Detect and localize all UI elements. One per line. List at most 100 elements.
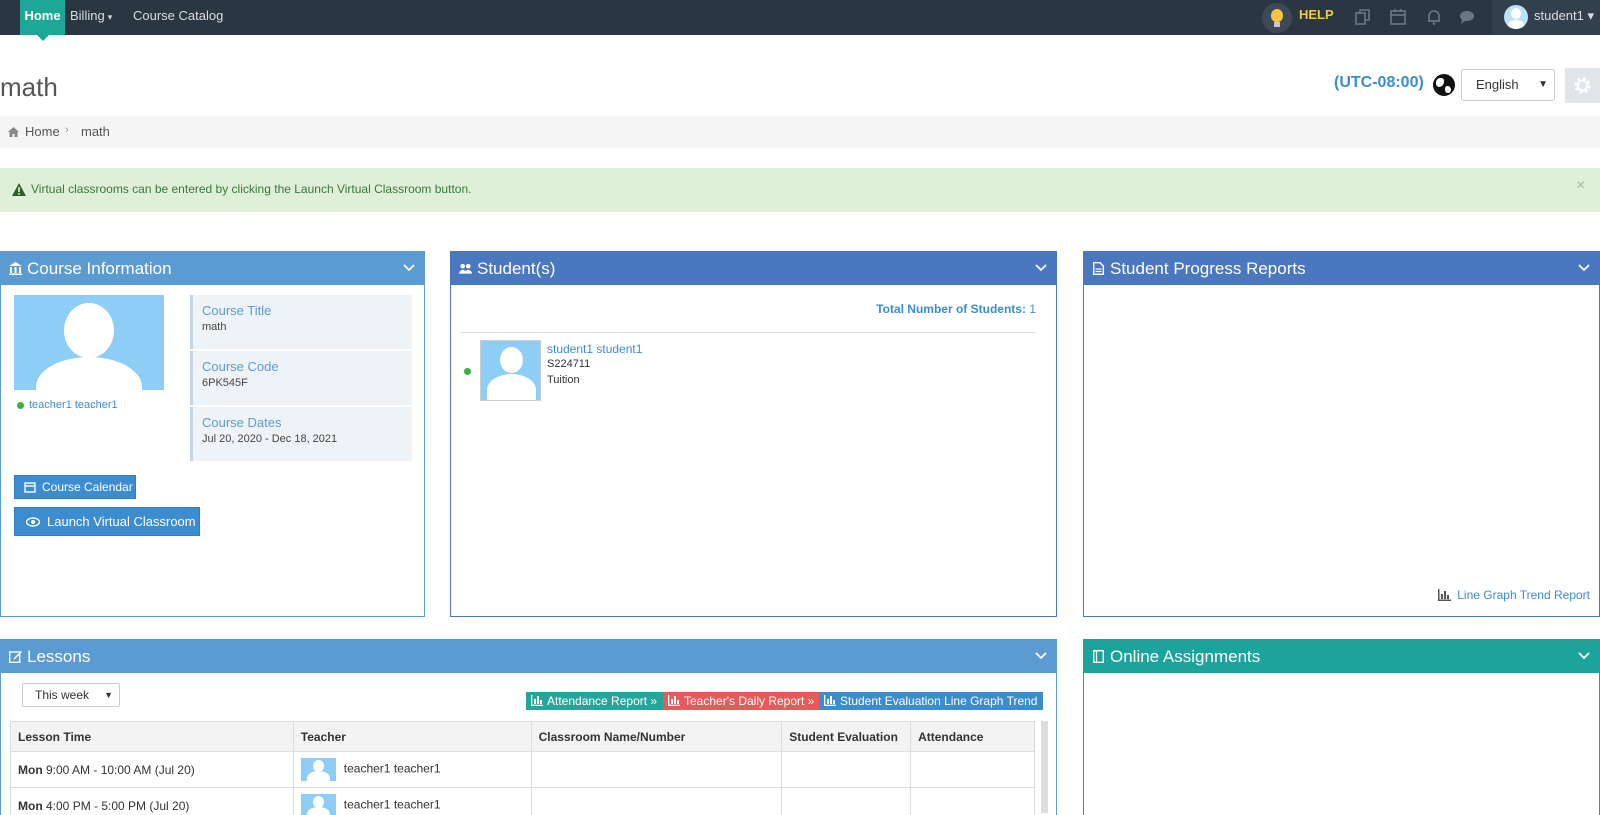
student-type: Tuition (547, 374, 580, 386)
attendance-report-label: Attendance Report » (547, 694, 658, 708)
total-students-label: Total Number of Students: (876, 302, 1026, 316)
launch-virtual-classroom-label: Launch Virtual Classroom (47, 514, 196, 529)
file-icon (1093, 262, 1104, 275)
nav-home[interactable]: Home (20, 0, 65, 41)
breadcrumb: Home › math (0, 116, 1600, 148)
teachers-daily-report-button[interactable]: Teacher's Daily Report » (663, 692, 821, 710)
student-evaluation-trend-button[interactable]: Student Evaluation Line Graph Trend (819, 692, 1044, 710)
lesson-time: 4:00 PM - 5:00 PM (Jul 20) (46, 798, 190, 813)
total-students-value: 1 (1029, 302, 1036, 316)
online-status-dot (17, 402, 24, 409)
column-header[interactable]: Lesson Time (10, 721, 294, 752)
course-information-title: Course Information (27, 259, 172, 278)
help-label[interactable]: HELP (1299, 0, 1334, 30)
lesson-time-cell: Mon 9:00 AM - 10:00 AM (Jul 20) (10, 751, 294, 788)
total-students: Total Number of Students: 1 (876, 302, 1036, 316)
attendance-report-button[interactable]: Attendance Report » (526, 692, 664, 710)
student-progress-reports-panel: Student Progress Reports Line Graph Tren… (1083, 251, 1600, 617)
course-code-value: 6PK545F (202, 377, 248, 389)
user-menu[interactable]: student1 ▾ (1492, 0, 1600, 35)
language-value: English (1476, 77, 1519, 92)
course-information-header: Course Information (1, 252, 424, 285)
bar-chart-icon (824, 695, 836, 706)
eye-icon (26, 517, 40, 527)
chevron-down-icon: ▼ (1538, 79, 1548, 90)
user-name-label: student1 ▾ (1534, 8, 1595, 23)
course-calendar-button[interactable]: Course Calendar (14, 475, 136, 499)
student-photo[interactable] (480, 340, 541, 401)
nav-billing-label: Billing (70, 8, 105, 23)
chevron-down-icon[interactable] (1034, 260, 1048, 274)
chevron-down-icon[interactable] (1577, 260, 1591, 274)
bank-icon (9, 262, 22, 275)
edit-icon (9, 651, 22, 663)
line-graph-trend-report-label: Line Graph Trend Report (1457, 588, 1590, 602)
online-assignments-title: Online Assignments (1110, 647, 1261, 666)
evaluation-cell (781, 787, 912, 815)
copy-icon[interactable] (1354, 8, 1372, 26)
bar-chart-icon (531, 695, 543, 706)
student-progress-reports-header: Student Progress Reports (1084, 252, 1599, 285)
info-alert: Virtual classrooms can be entered by cli… (0, 168, 1600, 212)
lesson-day: Mon (18, 798, 43, 813)
calendar-icon[interactable] (1389, 8, 1407, 26)
course-code-label: Course Code (202, 359, 279, 374)
column-header[interactable]: Classroom Name/Number (530, 721, 783, 752)
course-title-value: math (202, 321, 227, 333)
breadcrumb-home[interactable]: Home (25, 124, 60, 139)
students-header: Student(s) (451, 252, 1056, 285)
course-title-box: Course Title math (190, 295, 412, 349)
students-title: Student(s) (477, 259, 556, 278)
evaluation-cell (781, 751, 912, 788)
teacher-cell: teacher1 teacher1 (292, 751, 532, 788)
warning-icon (12, 183, 26, 196)
teacher-name: teacher1 teacher1 (343, 761, 441, 776)
lesson-day: Mon (18, 762, 43, 777)
breadcrumb-separator: › (65, 124, 69, 136)
teacher-link[interactable]: teacher1 teacher1 (29, 399, 118, 411)
student-name-link[interactable]: student1 student1 (547, 342, 642, 356)
student-id: S224711 (547, 358, 591, 370)
nav-billing[interactable]: Billing ▾ (70, 0, 112, 35)
column-header[interactable]: Attendance (910, 721, 1035, 752)
users-icon (459, 263, 472, 274)
line-graph-trend-report-link[interactable]: Line Graph Trend Report (1438, 587, 1590, 602)
course-dates-box: Course Dates Jul 20, 2020 - Dec 18, 2021 (190, 407, 412, 461)
student-progress-reports-title: Student Progress Reports (1110, 259, 1306, 278)
table-header-row: Lesson Time Teacher Classroom Name/Numbe… (10, 721, 1035, 752)
close-icon[interactable]: × (1576, 177, 1585, 195)
period-select[interactable]: This week ▼ (22, 683, 120, 707)
chat-icon[interactable] (1458, 8, 1476, 26)
globe-icon (1433, 74, 1455, 96)
launch-virtual-classroom-button[interactable]: Launch Virtual Classroom (14, 507, 200, 536)
chevron-down-icon: ▼ (104, 690, 113, 700)
alert-message: Virtual classrooms can be entered by cli… (31, 182, 472, 196)
breadcrumb-current: math (81, 124, 110, 139)
teacher-name: teacher1 teacher1 (343, 797, 441, 812)
attendance-cell (910, 751, 1035, 788)
language-select[interactable]: English ▼ (1461, 69, 1555, 101)
home-icon (8, 127, 19, 137)
top-navbar: Home Billing ▾ Course Catalog HELP studen… (0, 0, 1600, 41)
nav-course-catalog[interactable]: Course Catalog (133, 0, 223, 35)
chevron-down-icon[interactable] (402, 260, 416, 274)
table-row[interactable]: Mon 9:00 AM - 10:00 AM (Jul 20) teacher1… (10, 751, 1035, 788)
settings-button[interactable] (1565, 68, 1600, 103)
chevron-down-icon: ▾ (107, 12, 113, 22)
course-calendar-label: Course Calendar (42, 480, 133, 494)
timezone-label[interactable]: (UTC-08:00) (1334, 74, 1424, 92)
column-header[interactable]: Student Evaluation (781, 721, 912, 752)
scrollbar[interactable] (1041, 721, 1048, 813)
column-header[interactable]: Teacher (292, 721, 532, 752)
bell-icon[interactable] (1425, 8, 1443, 26)
bar-chart-icon (668, 695, 680, 706)
lessons-header: Lessons (1, 640, 1056, 673)
table-row[interactable]: Mon 4:00 PM - 5:00 PM (Jul 20) teacher1 … (10, 787, 1035, 815)
teacher-thumbnail (300, 758, 336, 781)
teacher-thumbnail (300, 794, 336, 815)
online-status-dot (464, 368, 471, 375)
chevron-down-icon[interactable] (1034, 648, 1048, 662)
lessons-table: Lesson Time Teacher Classroom Name/Numbe… (10, 721, 1035, 815)
help-button[interactable] (1262, 3, 1292, 33)
chevron-down-icon[interactable] (1577, 648, 1591, 662)
